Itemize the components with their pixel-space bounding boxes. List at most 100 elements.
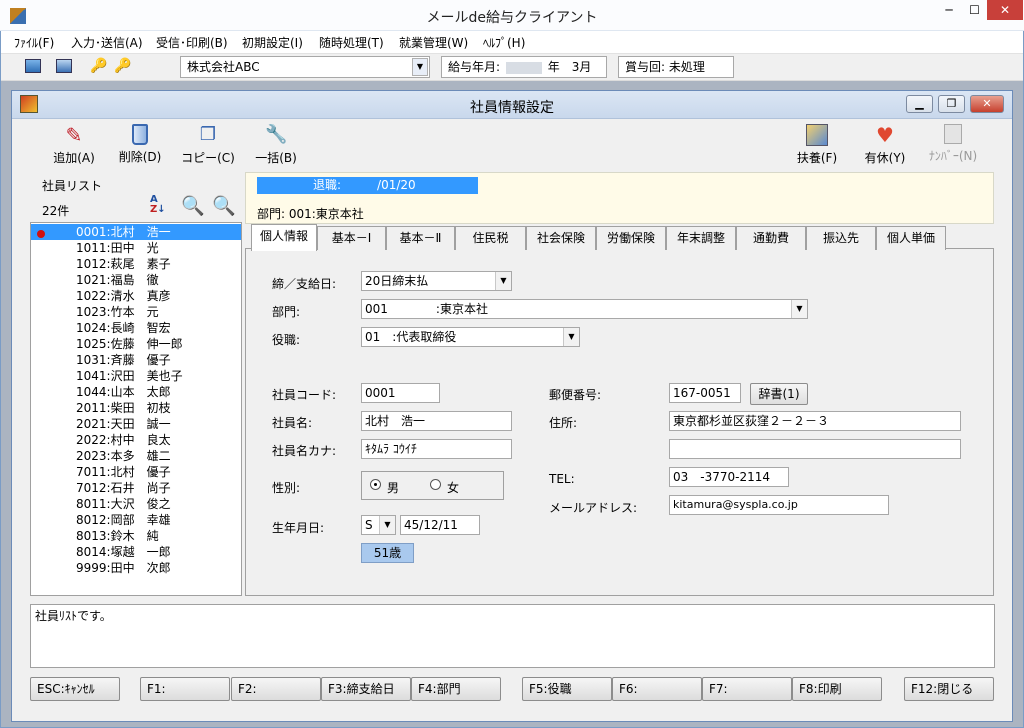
era-select[interactable]: S ▼ [361,515,396,535]
trash-icon [132,124,148,145]
sort-az-icon[interactable]: A Z↓ [150,195,172,219]
copy-button[interactable]: ❐ コピー(C) [177,124,239,166]
delete-label: 削除(D) [118,150,162,164]
list-item[interactable]: 1031:斉藤 優子 [31,352,241,368]
chevron-down-icon[interactable]: ▼ [412,58,428,76]
chevron-down-icon[interactable]: ▼ [379,516,395,534]
f3-closing-button[interactable]: F3:締支給日 [321,677,411,701]
address2-field[interactable] [669,439,961,459]
employee-list[interactable]: 0001:北村 浩一 1011:田中 光 1012:萩尾 素子 1021:福島 … [30,222,242,596]
menu-initial-settings[interactable]: 初期設定(I) [242,34,303,51]
chevron-down-icon[interactable]: ▼ [563,328,579,346]
menu-ad-hoc[interactable]: 随時処理(T) [319,34,384,51]
f2-button[interactable]: F2: [231,677,321,701]
picture-icon[interactable] [56,59,72,73]
list-item[interactable]: 8012:岡部 幸雄 [31,512,241,528]
tab-unit-price[interactable]: 個人単価 [876,226,946,250]
list-item[interactable]: 8011:大沢 俊之 [31,496,241,512]
tel-field[interactable]: 03 -3770-2114 [669,467,789,487]
company-select[interactable]: 株式会社ABC ▼ [180,56,430,78]
f1-button[interactable]: F1: [140,677,230,701]
list-item[interactable]: 2011:柴田 初枝 [31,400,241,416]
closing-select[interactable]: 20日締末払 ▼ [361,271,512,291]
form-minimize-button[interactable]: ▁ [906,95,933,113]
list-item[interactable]: 1025:佐藤 伸一郎 [31,336,241,352]
list-item[interactable]: 8013:鈴木 純 [31,528,241,544]
minimize-button[interactable]: ─ [936,0,962,20]
heart-icon: ♥ [876,123,894,147]
kana-field[interactable]: ｷﾀﾑﾗ ｺｳｲﾁ [361,439,512,459]
radio-female[interactable] [430,479,441,490]
f6-button[interactable]: F6: [612,677,702,701]
address-field[interactable]: 東京都杉並区荻窪２－２－３ [669,411,961,431]
list-item[interactable]: 7011:北村 優子 [31,464,241,480]
wrench-icon: 🔧 [265,124,288,145]
dictionary-button[interactable]: 辞書(1) [750,383,808,405]
role-label: 役職: [272,333,301,347]
f12-close-button[interactable]: F12:閉じる [904,677,994,701]
menu-receive-print[interactable]: 受信･印刷(B) [156,34,228,51]
f8-print-button[interactable]: F8:印刷 [792,677,882,701]
f7-button[interactable]: F7: [702,677,792,701]
search-icon[interactable]: 🔍 [181,194,205,218]
bulk-button[interactable]: 🔧 一括(B) [250,124,302,166]
list-item[interactable]: 1041:沢田 美也子 [31,368,241,384]
form-restore-button[interactable]: ❐ [938,95,965,113]
number-button[interactable]: ﾅﾝﾊﾞｰ(N) [922,124,984,164]
tab-personal[interactable]: 個人情報 [251,224,317,251]
list-item[interactable]: 2022:村中 良太 [31,432,241,448]
monitor-icon[interactable] [25,59,41,73]
role-select[interactable]: 01 :代表取締役 ▼ [361,327,580,347]
radio-male[interactable] [370,479,381,490]
dept-select[interactable]: 001 :東京本社 ▼ [361,299,808,319]
close-button[interactable]: ✕ [987,0,1023,20]
tab-bank-transfer[interactable]: 振込先 [806,226,876,250]
list-item[interactable]: 1023:竹本 元 [31,304,241,320]
chevron-down-icon[interactable]: ▼ [495,272,511,290]
tab-basic-1[interactable]: 基本－Ⅰ [317,226,386,250]
menu-file[interactable]: ﾌｧｲﾙ(F) [14,34,54,51]
era-value: S [365,518,373,532]
chevron-down-icon[interactable]: ▼ [791,300,807,318]
zip-field[interactable]: 167-0051 [669,383,741,403]
search-clear-icon[interactable]: 🔍 [212,194,236,218]
list-item[interactable]: 1012:萩尾 素子 [31,256,241,272]
esc-cancel-button[interactable]: ESC:ｷｬﾝｾﾙ [30,677,120,701]
list-item[interactable]: 2023:本多 雄二 [31,448,241,464]
list-item[interactable]: 1011:田中 光 [31,240,241,256]
f5-role-button[interactable]: F5:役職 [522,677,612,701]
list-item[interactable]: 1044:山本 太郎 [31,384,241,400]
list-item[interactable]: 1021:福島 徹 [31,272,241,288]
list-item[interactable]: 9999:田中 次郎 [31,560,241,576]
name-field[interactable]: 北村 浩一 [361,411,512,431]
tab-basic-2[interactable]: 基本－Ⅱ [386,226,455,250]
leave-button[interactable]: ♥ 有休(Y) [858,124,912,166]
copy-label: コピー(C) [181,151,235,165]
list-item[interactable]: 1022:清水 真彦 [31,288,241,304]
list-item[interactable]: 8014:塚越 一郎 [31,544,241,560]
code-field[interactable]: 0001 [361,383,440,403]
list-item[interactable]: 2021:天田 誠一 [31,416,241,432]
form-close-button[interactable]: ✕ [970,95,1004,113]
delete-button[interactable]: 削除(D) [112,124,168,165]
list-item[interactable]: 7012:石井 尚子 [31,480,241,496]
tab-year-end[interactable]: 年末調整 [666,226,736,250]
mail-field[interactable]: kitamura@syspla.co.jp [669,495,889,515]
maximize-button[interactable]: ☐ [962,0,987,20]
tab-commute[interactable]: 通勤費 [736,226,806,250]
list-item[interactable]: 0001:北村 浩一 [31,224,241,240]
menu-work-management[interactable]: 就業管理(W) [399,34,468,51]
add-button[interactable]: ✎ 追加(A) [44,124,104,166]
closing-value: 20日締末払 [365,274,429,288]
employee-count: 22件 [42,204,70,218]
menu-help[interactable]: ﾍﾙﾌﾟ(H) [483,34,525,51]
tab-labor-insurance[interactable]: 労働保険 [596,226,666,250]
tab-social-insurance[interactable]: 社会保険 [526,226,596,250]
tab-resident-tax[interactable]: 住民税 [455,226,526,250]
birth-field[interactable]: 45/12/11 [400,515,480,535]
dependents-button[interactable]: 扶養(F) [790,124,844,166]
menu-input-send[interactable]: 入力･送信(A) [71,34,143,51]
list-item[interactable]: 1024:長崎 智宏 [31,320,241,336]
f4-dept-button[interactable]: F4:部門 [411,677,501,701]
birth-label: 生年月日: [272,521,325,535]
